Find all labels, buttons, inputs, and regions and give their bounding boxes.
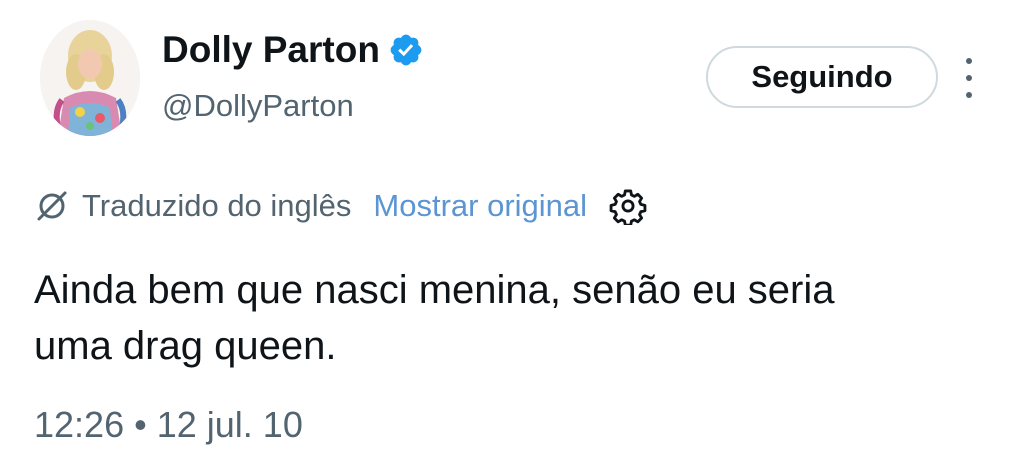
tweet-text-line: Ainda bem que nasci menina, senão eu ser… xyxy=(34,268,835,312)
verified-badge-icon[interactable] xyxy=(388,32,424,68)
tweet-text-line: uma drag queen. xyxy=(34,324,337,368)
translation-bar: Traduzido do inglês Mostrar original xyxy=(34,184,647,228)
tweet-text: Ainda bem que nasci menina, senão eu ser… xyxy=(34,262,994,374)
tweet-date[interactable]: 12 jul. 10 xyxy=(157,404,303,445)
author-name-row: Dolly Parton xyxy=(162,28,424,72)
translated-status-label: Traduzido do inglês xyxy=(82,188,352,223)
more-vertical-icon[interactable] xyxy=(956,58,982,98)
meta-separator: • xyxy=(134,404,147,445)
more-dot xyxy=(966,75,972,81)
more-dot xyxy=(966,58,972,64)
show-original-link[interactable]: Mostrar original xyxy=(373,188,587,224)
tweet-card: Dolly Parton @DollyParton Seguindo Tradu… xyxy=(0,0,1024,469)
avatar[interactable] xyxy=(40,20,140,136)
following-button[interactable]: Seguindo xyxy=(706,46,938,108)
tweet-time[interactable]: 12:26 xyxy=(34,404,124,445)
display-name[interactable]: Dolly Parton xyxy=(162,28,380,72)
tweet-timestamp[interactable]: 12:26 • 12 jul. 10 xyxy=(34,402,303,448)
more-dot xyxy=(966,92,972,98)
gear-icon[interactable] xyxy=(609,187,647,227)
translate-icon xyxy=(34,188,70,224)
author-handle[interactable]: @DollyParton xyxy=(162,86,354,126)
